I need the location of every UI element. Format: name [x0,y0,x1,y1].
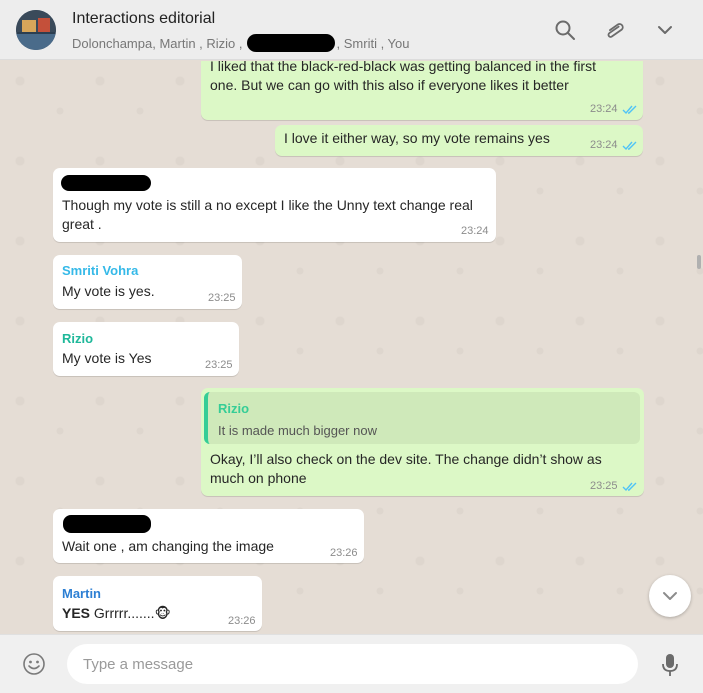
message-outgoing[interactable]: I liked that the black-red-black was get… [201,61,643,120]
message-text-line: I liked that the black-red-black was get… [210,61,596,74]
scrollbar-thumb[interactable] [697,255,701,269]
emoji-icon[interactable] [22,652,46,676]
redacted-participant [246,34,335,52]
participants-before: Dolonchampa, Martin , Rizio , [72,35,243,51]
message-text-line: great . [62,216,102,232]
message-text-line: one. But we can go with this also if eve… [210,77,569,93]
message-incoming[interactable]: Though my vote is still a no except I li… [53,168,496,242]
message-time: 23:26 [228,615,256,627]
read-ticks-icon [622,105,637,115]
message-text-line: Okay, I’ll also check on the dev site. T… [210,451,602,467]
message-time: 23:26 [330,547,358,559]
quoted-author: Rizio [218,401,250,416]
participants-after: , Smriti , You [336,35,410,51]
message-incoming[interactable]: Smriti Vohra My vote is yes. 23:25 [53,255,242,309]
message-outgoing[interactable]: Rizio It is made much bigger now Okay, I… [201,388,644,496]
message-incoming[interactable]: Wait one , am changing the image 23:26 [53,509,364,563]
message-input[interactable] [67,644,638,684]
message-time: 23:25 [208,292,236,304]
scroll-to-bottom-button[interactable] [649,575,691,617]
message-bold-text: YES [62,605,91,621]
quoted-text: It is made much bigger now [218,423,377,438]
message-text: My vote is yes. [62,283,155,299]
read-ticks-icon [622,141,637,151]
composer-bar [0,634,703,693]
message-text: Wait one , am changing the image [62,538,274,554]
message-time: 23:25 [205,359,233,371]
microphone-icon[interactable] [660,652,680,678]
message-outgoing[interactable]: I love it either way, so my vote remains… [275,125,643,156]
sender-name[interactable]: Smriti Vohra [62,263,138,278]
sender-name[interactable]: Martin [62,586,101,601]
search-icon[interactable] [553,18,577,42]
group-title[interactable]: Interactions editorial [72,10,215,28]
redacted-sender-name [61,175,151,191]
message-time: 23:24 [590,139,618,151]
message-text-line: Though my vote is still a no except I li… [62,197,473,213]
message-text: My vote is Yes [62,350,152,366]
message-text: I love it either way, so my vote remains… [284,130,550,146]
read-ticks-icon [622,482,637,492]
monkey-emoji: 🐵 [154,605,171,621]
group-avatar[interactable] [16,10,56,50]
chat-header[interactable]: Interactions editorial Dolonchampa, Mart… [0,0,703,60]
sender-name[interactable]: Rizio [62,331,93,346]
redacted-sender-name [63,515,151,533]
message-text-line: much on phone [210,470,307,486]
message-incoming[interactable]: Martin YES Grrrrr.......🐵 23:26 [53,576,262,631]
message-time: 23:24 [590,103,618,115]
message-incoming[interactable]: Rizio My vote is Yes 23:25 [53,322,239,376]
message-time: 23:24 [461,225,489,237]
message-text: YES Grrrrr.......🐵 [62,604,171,623]
message-list[interactable]: I liked that the black-red-black was get… [0,61,703,634]
chevron-down-icon [663,592,677,600]
attach-icon[interactable] [603,18,627,42]
message-time: 23:25 [590,480,618,492]
quoted-message[interactable]: Rizio It is made much bigger now [204,392,640,444]
chevron-down-icon[interactable] [653,18,677,42]
participants-list: Dolonchampa, Martin , Rizio , , Smriti ,… [72,34,410,52]
message-rest-text: Grrrrr....... [90,605,155,621]
